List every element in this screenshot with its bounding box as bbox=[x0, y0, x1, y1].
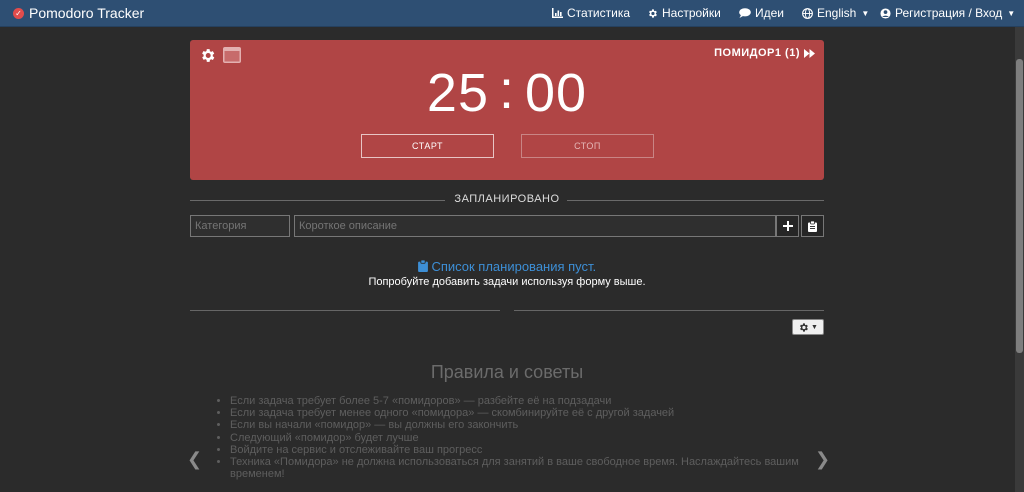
tip-item: Войдите на сервис и отслеживайте ваш про… bbox=[230, 444, 820, 456]
empty-list-subtitle: Попробуйте добавить задачи используя фор… bbox=[368, 276, 646, 288]
nav-ideas[interactable]: Идеи bbox=[739, 6, 784, 20]
clipboard-icon bbox=[417, 259, 428, 272]
chevron-right-icon[interactable]: ❯ bbox=[815, 449, 830, 470]
empty-list-title: Список планирования пуст. bbox=[190, 259, 824, 274]
bar-chart-icon bbox=[552, 8, 563, 18]
pomodoro-counter-label: ПОМИДОР1 (1) bbox=[714, 47, 800, 59]
add-task-button[interactable] bbox=[776, 215, 799, 237]
timer-panel: ПОМИДОР1 (1) 25:00 СТАРТ СТОП bbox=[190, 40, 824, 180]
check-circle-icon: ✓ bbox=[13, 7, 24, 19]
navbar: ✓ Pomodoro Tracker Статистика Настройки … bbox=[0, 0, 1024, 27]
divider-line bbox=[514, 310, 824, 311]
tips-list: Если задача требует более 5-7 «помидоров… bbox=[220, 395, 820, 480]
chat-bubble-icon bbox=[739, 8, 751, 18]
planned-section-header: ЗАПЛАНИРОВАНО bbox=[190, 193, 824, 207]
chevron-left-icon[interactable]: ❮ bbox=[187, 449, 202, 470]
nav-language[interactable]: English ▼ bbox=[802, 6, 869, 20]
chevron-down-icon: ▼ bbox=[861, 8, 870, 18]
divider-line bbox=[567, 200, 824, 201]
page-scrollbar[interactable] bbox=[1015, 27, 1024, 492]
scrollbar-thumb[interactable] bbox=[1016, 59, 1023, 353]
tip-item: Техника «Помидора» не должна использоват… bbox=[230, 456, 820, 480]
window-icon[interactable] bbox=[223, 47, 241, 63]
nav-ideas-label: Идеи bbox=[755, 6, 785, 20]
globe-icon bbox=[802, 7, 813, 19]
gear-icon bbox=[649, 8, 657, 18]
user-circle-icon bbox=[880, 7, 891, 19]
planned-title: ЗАПЛАНИРОВАНО bbox=[454, 193, 560, 205]
timer-minutes: 25 bbox=[426, 63, 489, 123]
timer-seconds: 00 bbox=[525, 63, 588, 123]
clipboard-button[interactable] bbox=[801, 215, 824, 237]
nav-account-label: Регистрация / Вход bbox=[895, 6, 1003, 20]
clipboard-icon bbox=[808, 220, 817, 232]
pomodoro-counter[interactable]: ПОМИДОР1 (1) bbox=[714, 47, 815, 59]
tip-item: Если задача требует более 5-7 «помидоров… bbox=[230, 395, 820, 407]
nav-statistics-label: Статистика bbox=[567, 6, 631, 20]
category-input[interactable] bbox=[190, 215, 290, 237]
tip-item: Следующий «помидор» будет лучше bbox=[230, 432, 820, 444]
empty-list-title-text: Список планирования пуст. bbox=[431, 259, 597, 274]
nav-account[interactable]: Регистрация / Вход ▼ bbox=[880, 6, 1015, 20]
fast-forward-icon bbox=[804, 48, 815, 58]
nav-settings[interactable]: Настройки bbox=[647, 6, 721, 20]
chevron-down-icon: ▼ bbox=[1007, 8, 1016, 18]
timer-separator: : bbox=[498, 60, 515, 120]
app-title: Pomodoro Tracker bbox=[29, 5, 145, 21]
tips-title: Правила и советы bbox=[430, 362, 584, 382]
gear-icon bbox=[800, 322, 808, 332]
start-button[interactable]: СТАРТ bbox=[361, 134, 494, 158]
description-input[interactable] bbox=[294, 215, 776, 237]
tip-item: Если вы начали «помидор» — вы должны его… bbox=[230, 419, 820, 431]
nav-statistics[interactable]: Статистика bbox=[552, 6, 630, 20]
app-brand[interactable]: ✓ Pomodoro Tracker bbox=[13, 5, 144, 21]
tip-item: Если задача требует менее одного «помидо… bbox=[230, 407, 820, 419]
timer-display: 25:00 bbox=[190, 60, 824, 124]
stop-button[interactable]: СТОП bbox=[521, 134, 654, 158]
chevron-down-icon: ▼ bbox=[811, 323, 818, 331]
nav-language-label: English bbox=[817, 6, 857, 20]
nav-settings-label: Настройки bbox=[662, 6, 721, 20]
list-settings-dropdown[interactable]: ▼ bbox=[792, 319, 824, 335]
divider-line bbox=[190, 310, 500, 311]
plus-icon bbox=[782, 221, 793, 231]
